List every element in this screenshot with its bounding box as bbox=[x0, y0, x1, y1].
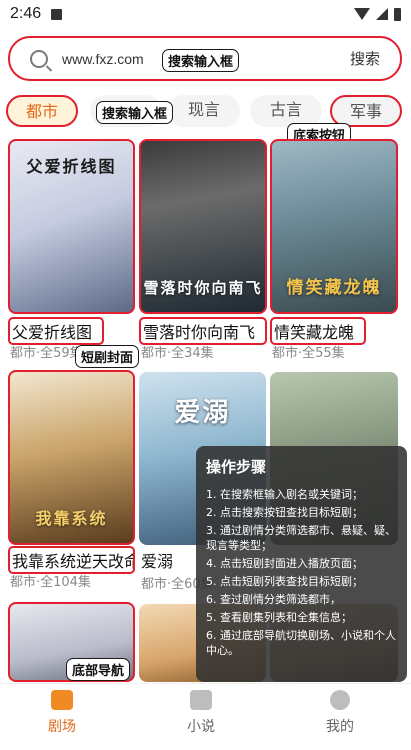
signal-icon bbox=[376, 8, 388, 20]
annotation-search-input-2: 搜索输入框 bbox=[96, 101, 174, 124]
drama-cover[interactable]: 雪落时你向南飞 bbox=[139, 139, 267, 314]
nav-label: 小说 bbox=[187, 719, 215, 735]
overlay-step: 6. 通过底部导航切换剧场、小说和个人中心。 bbox=[206, 629, 396, 657]
overlay-step: 5. 点击短剧列表查找目标短剧； bbox=[206, 575, 363, 588]
search-icon bbox=[30, 49, 48, 68]
cover-title-art: 我靠系统 bbox=[35, 509, 108, 528]
bottom-nav: 剧场 小说 我的 bbox=[0, 683, 411, 750]
overlay-step: 2. 点击搜索按钮查找目标短剧； bbox=[206, 506, 363, 519]
overlay-step: 6. 查过剧情分类筛选都市， bbox=[206, 593, 341, 606]
search-button[interactable]: 搜索 bbox=[350, 48, 380, 69]
search-input-text: www.fxz.com bbox=[62, 50, 144, 67]
cover-title-art: 雪落时你向南飞 bbox=[143, 279, 263, 297]
drama-cover[interactable]: 我靠系统 bbox=[8, 370, 135, 545]
drama-meta: 都市·全55集 bbox=[272, 346, 345, 361]
drama-title[interactable]: 父爱折线图 bbox=[8, 317, 104, 345]
drama-meta: 都市·全34集 bbox=[141, 346, 214, 361]
book-icon bbox=[190, 690, 212, 710]
overlay-step: 5. 查看剧集列表和全集信息； bbox=[206, 611, 352, 624]
nav-label: 剧场 bbox=[48, 719, 76, 735]
drama-card[interactable]: 雪落时你向南飞 雪落时你向南飞 都市·全34集 bbox=[139, 139, 269, 361]
drama-meta: 都市·全59集 bbox=[10, 346, 83, 361]
drama-title[interactable]: 我靠系统逆天改命 bbox=[8, 546, 135, 574]
drama-cover[interactable]: 情笑藏龙魄 bbox=[270, 139, 398, 314]
drama-title[interactable]: 雪落时你向南飞 bbox=[139, 317, 267, 345]
overlay-step: 3. 通过剧情分类筛选都市、悬疑、疑、现言等类型； bbox=[206, 524, 396, 552]
annotation-search-input: 搜索输入框 bbox=[162, 49, 240, 72]
annotation-bottom-nav: 底部导航 bbox=[66, 658, 131, 681]
wifi-icon bbox=[354, 8, 370, 20]
profile-icon bbox=[330, 690, 350, 710]
nav-label: 我的 bbox=[326, 719, 354, 735]
nav-theater[interactable]: 剧场 bbox=[17, 690, 107, 736]
status-icons bbox=[354, 7, 401, 21]
cover-title-art: 父爱折线图 bbox=[26, 157, 117, 176]
notification-icon bbox=[51, 8, 63, 20]
battery-icon bbox=[394, 7, 401, 21]
drama-title[interactable]: 情笑藏龙魄 bbox=[270, 317, 366, 345]
cover-title-art: 爱溺 bbox=[174, 398, 231, 428]
drama-card[interactable]: 父爱折线图 父爱折线图 都市·全59集 bbox=[8, 139, 135, 361]
tab-xianyan[interactable]: 现言 bbox=[168, 95, 240, 127]
drama-card[interactable]: 情笑藏龙魄 情笑藏龙魄 都市·全55集 bbox=[270, 139, 400, 361]
nav-profile[interactable]: 我的 bbox=[295, 690, 385, 736]
instruction-overlay: 操作步骤 1. 在搜索框输入剧名或关键词； 2. 点击搜索按钮查找目标短剧； 3… bbox=[196, 446, 407, 682]
drama-meta: 都市·全104集 bbox=[10, 575, 91, 590]
drama-cover[interactable]: 父爱折线图 bbox=[8, 139, 135, 314]
drama-card[interactable]: 我靠系统 我靠系统逆天改命 都市·全104集 bbox=[8, 370, 135, 592]
overlay-step: 4. 点击短剧封面进入播放页面； bbox=[206, 557, 363, 570]
overlay-title: 操作步骤 bbox=[206, 458, 267, 476]
status-time: 2:46 bbox=[10, 5, 42, 22]
overlay-step: 1. 在搜索框输入剧名或关键词； bbox=[206, 488, 363, 501]
cover-title-art: 情笑藏龙魄 bbox=[286, 278, 382, 298]
tab-dushi[interactable]: 都市 bbox=[6, 95, 78, 127]
status-bar: 2:46 bbox=[0, 0, 411, 28]
nav-novel[interactable]: 小说 bbox=[156, 690, 246, 736]
overlay-steps: 1. 在搜索框输入剧名或关键词； 2. 点击搜索按钮查找目标短剧； 3. 通过剧… bbox=[206, 487, 397, 658]
category-tabs: 都市 悬疑 现言 古言 军事 bbox=[0, 95, 411, 127]
annotation-drama-cover: 短剧封面 bbox=[75, 345, 140, 368]
theater-icon bbox=[51, 690, 73, 710]
